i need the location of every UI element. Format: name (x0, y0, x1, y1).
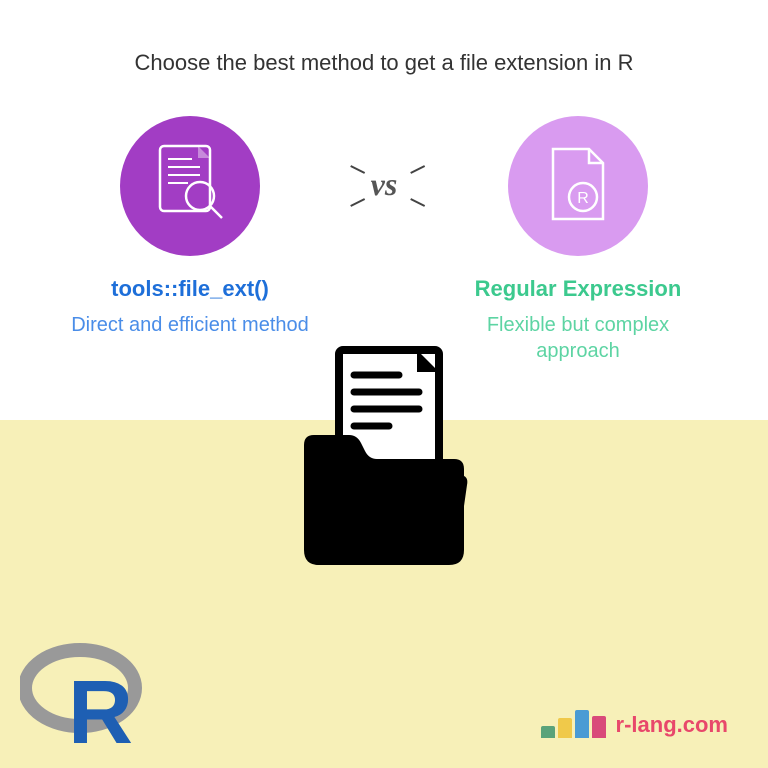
option-right: R Regular Expression Flexible but comple… (448, 116, 708, 364)
option-left-title: tools::file_ext() (60, 276, 320, 302)
vs-badge: vs (371, 166, 398, 203)
page-title: Choose the best method to get a file ext… (0, 50, 768, 76)
r-file-icon: R (508, 116, 648, 256)
bars-icon (541, 710, 606, 738)
option-left-description: Direct and efficient method (60, 312, 320, 338)
option-left: tools::file_ext() Direct and efficient m… (60, 116, 320, 338)
r-logo-icon: R (20, 643, 150, 758)
option-right-title: Regular Expression (448, 276, 708, 302)
svg-text:R: R (577, 190, 589, 207)
comparison-row: tools::file_ext() Direct and efficient m… (0, 116, 768, 364)
document-search-icon (120, 116, 260, 256)
site-name: r-lang.com (616, 712, 728, 738)
folder-document-icon (269, 340, 499, 585)
svg-text:R: R (68, 663, 133, 753)
site-brand: r-lang.com (541, 710, 728, 738)
bottom-section: R r-lang.com (0, 420, 768, 768)
